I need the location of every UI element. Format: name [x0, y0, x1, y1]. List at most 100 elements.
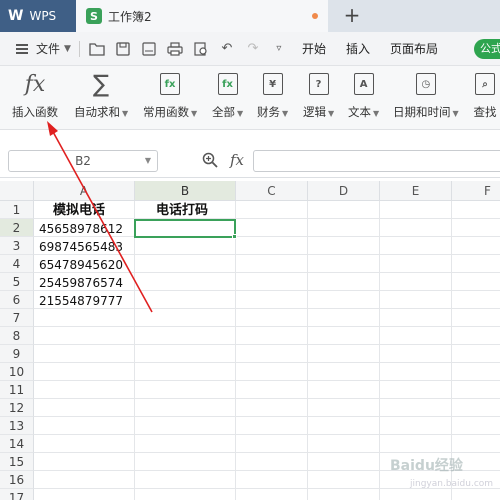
chevron-down-icon[interactable]: ▼ — [328, 109, 334, 118]
file-menu[interactable]: 文件 — [36, 40, 60, 57]
divider — [78, 40, 80, 57]
row-header-13[interactable]: 13 — [0, 417, 34, 435]
fill-handle[interactable] — [232, 234, 237, 239]
document-tab[interactable]: S 工作簿2 — [76, 0, 328, 32]
row-header-7[interactable]: 7 — [0, 309, 34, 327]
row-gridline — [34, 416, 500, 417]
row-header-9[interactable]: 9 — [0, 345, 34, 363]
lookup-label: 查找 — [473, 105, 497, 119]
watermark-text: Baidu经验 — [390, 458, 463, 474]
row-gridline — [34, 344, 500, 345]
menu-home[interactable]: 开始 — [302, 40, 326, 57]
wps-logo-icon: W — [8, 8, 24, 24]
row-gridline — [34, 326, 500, 327]
new-tab-button[interactable]: + — [340, 4, 364, 28]
row-header-1[interactable]: 1 — [0, 201, 34, 219]
undo-icon[interactable]: ↶ — [218, 40, 236, 58]
redo-icon[interactable]: ↷ — [244, 40, 262, 58]
cell-a3[interactable]: 69874565483 — [39, 238, 123, 256]
column-header-c[interactable]: C — [236, 181, 308, 201]
baidu-watermark: Baidu经验 jingyan.baidu.com — [390, 455, 495, 497]
column-header-b[interactable]: B — [135, 181, 236, 201]
column-gridline — [235, 201, 236, 500]
row-header-10[interactable]: 10 — [0, 363, 34, 381]
fx-icon[interactable]: fx — [230, 151, 244, 169]
save-icon[interactable] — [114, 40, 132, 58]
chevron-down-icon[interactable]: ▼ — [453, 109, 459, 118]
row-header-16[interactable]: 16 — [0, 471, 34, 489]
row-header-2[interactable]: 2 — [0, 219, 34, 237]
common-functions-button[interactable]: fx 常用函数 ▼ — [143, 72, 197, 120]
row-header-8[interactable]: 8 — [0, 327, 34, 345]
financial-label: 财务 — [257, 105, 280, 119]
wps-home-label: WPS — [29, 9, 57, 23]
chevron-down-icon[interactable]: ▼ — [237, 109, 243, 118]
all-functions-button[interactable]: fx 全部 ▼ — [212, 72, 243, 120]
date-time-label: 日期和时间 — [393, 105, 451, 119]
column-gridline — [307, 201, 308, 500]
row-header-4[interactable]: 4 — [0, 255, 34, 273]
row-header-15[interactable]: 15 — [0, 453, 34, 471]
chevron-down-icon[interactable]: ▼ — [145, 156, 151, 165]
cell-a2[interactable]: 45658978612 — [39, 220, 123, 238]
logical-button[interactable]: ? 逻辑 ▼ — [303, 72, 334, 120]
hamburger-icon[interactable] — [16, 43, 28, 54]
text-functions-label: 文本 — [348, 105, 371, 119]
row-header-5[interactable]: 5 — [0, 273, 34, 291]
cell-a6[interactable]: 21554879777 — [39, 292, 123, 310]
row-header-12[interactable]: 12 — [0, 399, 34, 417]
text-functions-button[interactable]: A 文本 ▼ — [348, 72, 379, 120]
search-icon: ⌕ — [473, 72, 497, 96]
column-gridline — [379, 201, 380, 500]
menu-insert[interactable]: 插入 — [346, 40, 370, 57]
print-preview-icon[interactable] — [192, 40, 210, 58]
menu-bar: 文件 ▼ ↶ ↷ ▿ 开始 插入 页面布局 公式 — [0, 32, 500, 66]
row-header-14[interactable]: 14 — [0, 435, 34, 453]
formula-input[interactable] — [253, 150, 500, 172]
name-box[interactable]: B2 ▼ — [8, 150, 158, 172]
row-header-17[interactable]: 17 — [0, 489, 34, 500]
export-pdf-icon[interactable] — [140, 40, 158, 58]
column-header-e[interactable]: E — [380, 181, 452, 201]
chevron-down-icon[interactable]: ▼ — [282, 109, 288, 118]
chevron-down-icon[interactable]: ▼ — [122, 109, 128, 118]
column-header-d[interactable]: D — [308, 181, 380, 201]
cell-b1[interactable]: 电话打码 — [156, 202, 208, 220]
menu-page-layout[interactable]: 页面布局 — [390, 40, 438, 57]
chevron-down-icon[interactable]: ▼ — [191, 109, 197, 118]
lookup-button[interactable]: ⌕ 查找 — [473, 72, 497, 120]
cell-a4[interactable]: 65478945620 — [39, 256, 123, 274]
menu-formulas-active[interactable]: 公式 — [474, 39, 500, 59]
print-icon[interactable] — [166, 40, 184, 58]
chevron-down-icon[interactable]: ▼ — [64, 44, 71, 54]
star-fx-icon: fx — [158, 72, 182, 96]
row-gridline — [34, 398, 500, 399]
yen-icon: ¥ — [261, 72, 285, 96]
column-header-f[interactable]: F — [452, 181, 500, 201]
row-header-3[interactable]: 3 — [0, 237, 34, 255]
column-header-a[interactable]: A — [34, 181, 135, 201]
tab-bar: W WPS S 工作簿2 + — [0, 0, 500, 32]
financial-button[interactable]: ¥ 财务 ▼ — [257, 72, 288, 120]
question-icon: ? — [307, 72, 331, 96]
date-time-button[interactable]: ◷ 日期和时间 ▼ — [393, 72, 459, 120]
autosum-button[interactable]: ∑ 自动求和 ▼ — [74, 70, 128, 120]
autosum-label: 自动求和 — [74, 105, 120, 119]
active-cell-b2[interactable] — [134, 219, 236, 238]
zoom-search-icon[interactable] — [202, 152, 218, 172]
fx-icon: fx — [24, 71, 46, 97]
customize-toolbar-icon[interactable]: ▿ — [270, 40, 288, 58]
row-header-6[interactable]: 6 — [0, 291, 34, 309]
row-gridline — [34, 452, 500, 453]
row-header-11[interactable]: 11 — [0, 381, 34, 399]
cell-a1[interactable]: 模拟电话 — [53, 202, 105, 220]
wps-home-tab[interactable]: W WPS — [0, 0, 76, 32]
spreadsheet-grid[interactable]: A B C D E F 1 2 3 4 5 6 7 8 9 10 11 12 13 14 15 16 17 模拟… — [0, 178, 500, 500]
sigma-icon: ∑ — [92, 70, 110, 98]
cell-a5[interactable]: 25459876574 — [39, 274, 123, 292]
chevron-down-icon[interactable]: ▼ — [373, 109, 379, 118]
insert-function-button[interactable]: fx 插入函数 — [12, 72, 58, 120]
select-all-corner[interactable] — [0, 181, 34, 201]
open-folder-icon[interactable] — [88, 40, 106, 58]
formula-ribbon: fx 插入函数 ∑ 自动求和 ▼ fx 常用函数 ▼ fx 全部 ▼ ¥ 财务 ▼ ? … — [0, 66, 500, 130]
